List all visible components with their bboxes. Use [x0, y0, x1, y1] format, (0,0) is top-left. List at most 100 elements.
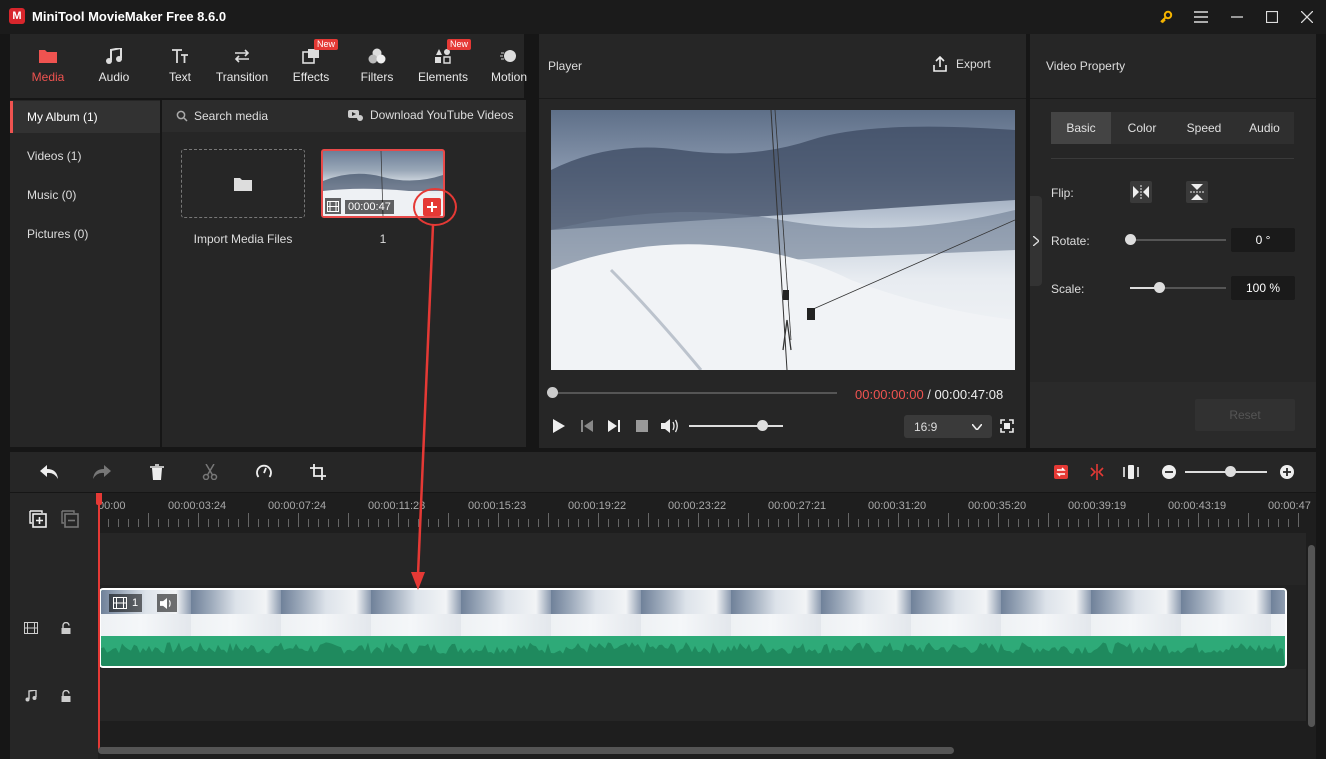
split-button[interactable]	[201, 463, 219, 481]
ruler-tick	[628, 519, 629, 527]
ruler-tick	[338, 519, 339, 527]
ruler-tick	[408, 519, 409, 527]
ruler-tick	[368, 519, 369, 527]
search-icon	[176, 110, 188, 122]
zoom-handle[interactable]	[1225, 466, 1237, 477]
time-total: 00:00:47:08	[934, 387, 1004, 402]
tab-effects-label: Effects	[292, 70, 330, 84]
lock-video-track-icon[interactable]	[59, 621, 73, 635]
vertical-scrollbar[interactable]	[1308, 545, 1315, 727]
timeline-ruler[interactable]: 00:00 00:00:03:24 00:00:07:24 00:00:11:23 00…	[98, 493, 1311, 533]
trash-icon	[150, 464, 164, 480]
lock-audio-track-icon[interactable]	[59, 689, 73, 703]
ruler-tick	[208, 519, 209, 527]
search-input[interactable]: Search media	[194, 109, 268, 123]
import-media-button[interactable]	[181, 149, 305, 218]
media-header: Search media Download YouTube Videos	[162, 100, 526, 132]
add-track-button[interactable]	[29, 510, 47, 528]
play-button[interactable]	[551, 418, 567, 434]
ruler-tick	[1158, 519, 1159, 527]
volume-button[interactable]	[660, 418, 680, 434]
tab-transition[interactable]: Transition	[209, 34, 275, 98]
scale-handle[interactable]	[1153, 282, 1165, 293]
timeline-video-clip[interactable]: 1	[99, 588, 1287, 668]
ruler-tick	[178, 519, 179, 527]
rotate-handle[interactable]	[1125, 234, 1136, 245]
ruler-tick	[918, 519, 919, 527]
tab-media[interactable]: Media	[15, 34, 81, 98]
ruler-tick	[928, 519, 929, 527]
ruler-tick	[108, 519, 109, 527]
rotate-value[interactable]: 0 °	[1231, 228, 1295, 252]
speed-button[interactable]	[255, 463, 273, 481]
rotate-slider[interactable]	[1130, 239, 1226, 241]
sidebar-item-music[interactable]: Music (0)	[10, 179, 160, 211]
seek-bar[interactable]	[553, 392, 837, 394]
clip-audio-icon[interactable]	[157, 594, 177, 612]
delete-button[interactable]	[148, 463, 166, 481]
title-bar: M MiniTool MovieMaker Free 8.6.0	[0, 0, 1326, 34]
maximize-icon[interactable]	[1258, 4, 1286, 30]
flip-vertical-button[interactable]	[1186, 181, 1208, 203]
folder-icon	[234, 177, 252, 191]
panel-collapse-handle[interactable]	[1030, 196, 1042, 286]
split-marker-button[interactable]	[1088, 463, 1106, 481]
fullscreen-icon	[1000, 419, 1014, 433]
tab-basic[interactable]: Basic	[1051, 112, 1111, 144]
next-frame-button[interactable]	[606, 418, 622, 434]
tab-motion[interactable]: Motion	[476, 34, 542, 98]
ruler-tick	[1218, 519, 1219, 527]
app-logo: M	[9, 8, 25, 24]
sidebar-item-pictures[interactable]: Pictures (0)	[10, 218, 160, 250]
seek-handle[interactable]	[547, 387, 558, 398]
ruler-tick	[1248, 513, 1249, 527]
volume-slider[interactable]	[689, 425, 783, 427]
export-button[interactable]: Export	[932, 56, 991, 72]
tab-elements[interactable]: New Elements	[410, 34, 476, 98]
key-icon[interactable]	[1152, 4, 1180, 30]
flip-horizontal-button[interactable]	[1130, 181, 1152, 203]
zoom-in-button[interactable]	[1279, 464, 1295, 480]
replace-clip-button[interactable]	[1052, 463, 1070, 481]
zoom-out-button[interactable]	[1161, 464, 1177, 480]
playhead[interactable]	[98, 493, 100, 751]
tab-speed[interactable]: Speed	[1173, 112, 1235, 144]
download-youtube-button[interactable]: Download YouTube Videos	[348, 108, 513, 122]
close-icon[interactable]	[1293, 4, 1321, 30]
tab-text-label: Text	[168, 70, 191, 84]
remove-track-button[interactable]	[61, 510, 79, 528]
fullscreen-button[interactable]	[999, 418, 1015, 434]
scale-value[interactable]: 100 %	[1231, 276, 1295, 300]
fit-timeline-button[interactable]	[1122, 463, 1140, 481]
tab-effects[interactable]: New Effects	[278, 34, 344, 98]
ruler-tick	[458, 519, 459, 527]
previous-frame-button[interactable]	[579, 418, 595, 434]
ruler-tick	[508, 519, 509, 527]
tab-audio[interactable]: Audio	[81, 34, 147, 98]
tab-audio-prop[interactable]: Audio	[1235, 112, 1294, 144]
ruler-tick	[678, 519, 679, 527]
tab-color[interactable]: Color	[1111, 112, 1173, 144]
tab-text[interactable]: Text	[147, 34, 213, 98]
ruler-tick-label: 00:00:19:22	[568, 500, 627, 512]
video-preview	[551, 110, 1015, 370]
undo-button[interactable]	[39, 463, 59, 481]
menu-icon[interactable]	[1187, 4, 1215, 30]
reset-button[interactable]: Reset	[1195, 399, 1295, 431]
sidebar-item-my-album[interactable]: My Album (1)	[10, 101, 160, 133]
ruler-tick	[1038, 519, 1039, 527]
stop-button[interactable]	[634, 418, 650, 434]
audio-waveform	[101, 642, 1285, 666]
horizontal-scrollbar[interactable]	[98, 747, 954, 754]
tab-filters[interactable]: Filters	[344, 34, 410, 98]
search-box[interactable]: Search media	[176, 109, 268, 123]
aspect-ratio-select[interactable]: 16:9	[904, 415, 992, 438]
volume-handle[interactable]	[757, 420, 769, 431]
ruler-tick	[318, 519, 319, 527]
sidebar-item-videos[interactable]: Videos (1)	[10, 140, 160, 172]
crop-button[interactable]	[309, 463, 327, 481]
redo-button[interactable]	[92, 463, 112, 481]
playhead-handle[interactable]	[96, 493, 102, 505]
minimize-icon[interactable]	[1223, 4, 1251, 30]
property-tabs: Basic Color Speed Audio	[1051, 112, 1294, 144]
